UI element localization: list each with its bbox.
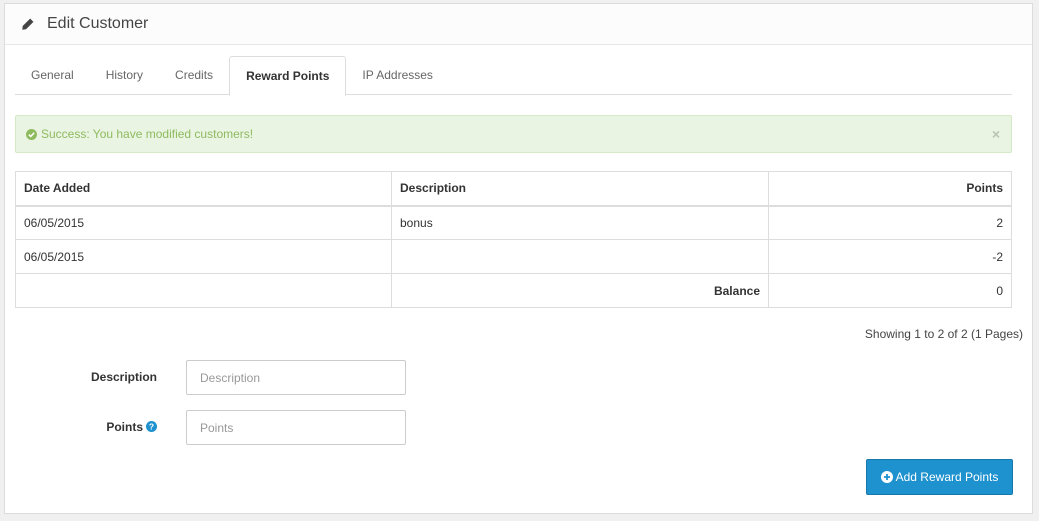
tab-credits[interactable]: Credits [159, 56, 229, 95]
table-row: 06/05/2015 bonus 2 [15, 205, 1012, 240]
column-header-points[interactable]: Points [768, 171, 1012, 207]
description-input[interactable] [186, 360, 406, 395]
cell-date: 06/05/2015 [15, 205, 392, 240]
points-label-wrapper: Points? [15, 410, 157, 445]
table-row: 06/05/2015 -2 [15, 239, 1012, 274]
pencil-icon [21, 17, 35, 31]
tab-history[interactable]: History [90, 56, 159, 95]
cell-empty [15, 273, 392, 308]
cell-description: bonus [391, 205, 769, 240]
points-form-row: Points? [15, 410, 515, 445]
tab-reward-points[interactable]: Reward Points [229, 56, 347, 96]
add-reward-points-button[interactable]: Add Reward Points [866, 459, 1013, 495]
check-circle-icon [26, 128, 37, 140]
balance-row: Balance 0 [15, 273, 1012, 308]
table-header-row: Date Added Description Points [15, 171, 1012, 207]
description-form-row: Description [15, 360, 515, 395]
svg-text:?: ? [149, 422, 154, 432]
column-header-description[interactable]: Description [391, 171, 769, 207]
tab-bar: General History Credits Reward Points IP… [15, 56, 1012, 96]
alert-message: Success: You have modified customers! [41, 127, 254, 141]
pagination-info: Showing 1 to 2 of 2 (1 Pages) [864, 327, 1023, 341]
add-reward-points-label: Add Reward Points [895, 470, 999, 484]
cell-points: -2 [768, 239, 1012, 274]
description-label: Description [90, 370, 157, 384]
plus-circle-icon [880, 471, 893, 483]
close-icon[interactable]: × [992, 127, 1000, 141]
balance-value: 0 [768, 273, 1012, 308]
tab-general[interactable]: General [15, 56, 90, 95]
success-alert: Success: You have modified customers! × [15, 115, 1012, 153]
cell-date: 06/05/2015 [15, 239, 392, 274]
question-circle-icon[interactable]: ? [146, 411, 157, 432]
page-title: Edit Customer [47, 15, 149, 32]
tab-ip-addresses[interactable]: IP Addresses [346, 56, 449, 95]
points-label: Points [106, 420, 143, 434]
cell-points: 2 [768, 205, 1012, 240]
cell-description [391, 239, 769, 274]
reward-points-table: Date Added Description Points 06/05/2015… [15, 171, 1012, 308]
points-input[interactable] [186, 410, 406, 445]
panel-heading: Edit Customer [5, 4, 1032, 45]
column-header-date[interactable]: Date Added [15, 171, 392, 207]
balance-label: Balance [391, 273, 769, 308]
